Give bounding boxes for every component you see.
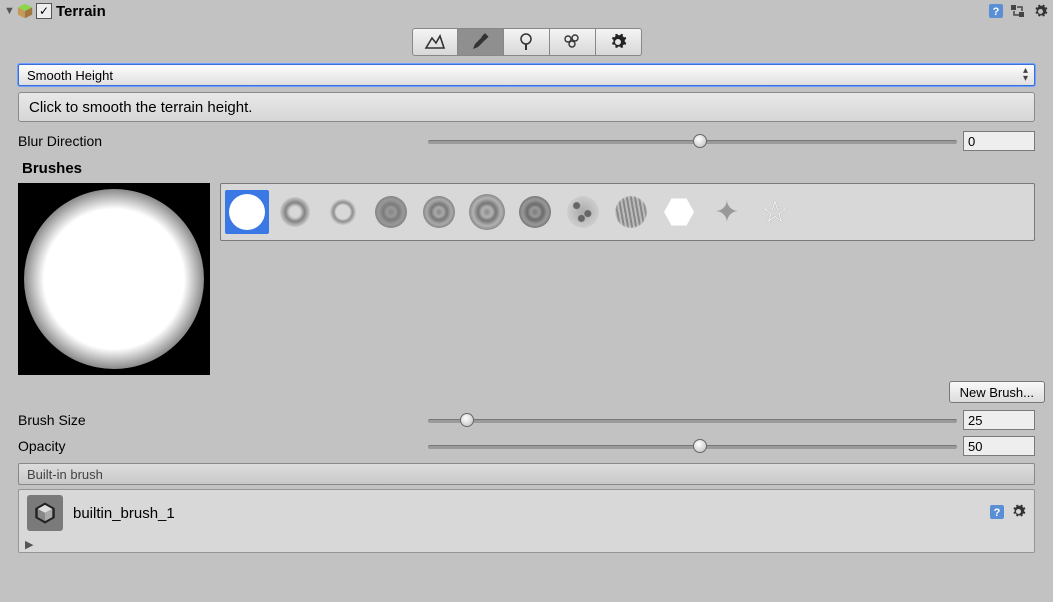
brush-swatch-noise-4[interactable] xyxy=(513,190,557,234)
brush-preview xyxy=(18,183,210,375)
brush-swatch-star-fill[interactable]: ✦ xyxy=(705,190,749,234)
asset-name: builtin_brush_1 xyxy=(73,505,989,522)
svg-text:?: ? xyxy=(994,507,1001,519)
terrain-tool-tabs xyxy=(0,22,1053,64)
brush-swatch-ring-1[interactable] xyxy=(273,190,317,234)
tab-trees[interactable] xyxy=(504,28,550,56)
brush-size-field[interactable]: 25 xyxy=(963,410,1035,430)
slider-handle[interactable] xyxy=(693,439,707,453)
terrain-cube-icon xyxy=(16,2,34,20)
tab-settings[interactable] xyxy=(596,28,642,56)
unity-logo-icon xyxy=(27,495,63,531)
tab-raise-lower[interactable] xyxy=(412,28,458,56)
gear-icon[interactable] xyxy=(1031,2,1049,20)
asset-foldout-icon[interactable]: ▶ xyxy=(19,536,1034,552)
preset-icon[interactable] xyxy=(1009,2,1027,20)
brush-status-label: Built-in brush xyxy=(18,463,1035,485)
dropdown-arrows-icon: ▴▾ xyxy=(1023,67,1028,83)
brush-swatch-star-outline[interactable]: ☆ xyxy=(753,190,797,234)
brush-size-row: Brush Size 25 xyxy=(0,407,1053,433)
tab-details[interactable] xyxy=(550,28,596,56)
enable-checkbox[interactable]: ✓ xyxy=(36,3,52,19)
opacity-row: Opacity 50 xyxy=(0,433,1053,459)
asset-footer: builtin_brush_1 ? ▶ xyxy=(18,489,1035,553)
brush-swatch-soft-circle[interactable] xyxy=(225,190,269,234)
tool-mode-value: Smooth Height xyxy=(27,68,113,83)
tab-paint-brush[interactable] xyxy=(458,28,504,56)
blur-direction-field[interactable]: 0 xyxy=(963,131,1035,151)
brush-swatch-stripes[interactable] xyxy=(609,190,653,234)
brush-size-label: Brush Size xyxy=(18,412,428,428)
blur-direction-slider[interactable] xyxy=(428,134,957,148)
brush-swatch-noise-1[interactable] xyxy=(369,190,413,234)
help-icon[interactable]: ? xyxy=(989,504,1005,523)
component-header: ▼ ✓ Terrain ? xyxy=(0,0,1053,22)
blur-direction-label: Blur Direction xyxy=(18,133,428,149)
opacity-slider[interactable] xyxy=(428,439,957,453)
new-brush-button[interactable]: New Brush... xyxy=(949,381,1045,403)
help-icon[interactable]: ? xyxy=(987,2,1005,20)
component-title: Terrain xyxy=(56,3,987,20)
brush-swatch-noise-2[interactable] xyxy=(417,190,461,234)
gear-icon[interactable] xyxy=(1011,504,1026,523)
brush-size-slider[interactable] xyxy=(428,413,957,427)
slider-handle[interactable] xyxy=(460,413,474,427)
blur-direction-row: Blur Direction 0 xyxy=(0,128,1053,154)
brushes-section-title: Brushes xyxy=(0,154,1053,183)
brush-gallery: ✦ ☆ xyxy=(220,183,1035,241)
opacity-label: Opacity xyxy=(18,438,428,454)
tool-mode-dropdown[interactable]: Smooth Height ▴▾ xyxy=(18,64,1035,86)
brush-swatch-spots[interactable] xyxy=(561,190,605,234)
brush-swatch-noise-3[interactable] xyxy=(465,190,509,234)
brush-swatch-ring-2[interactable] xyxy=(321,190,365,234)
opacity-field[interactable]: 50 xyxy=(963,436,1035,456)
brush-swatch-hexagon[interactable] xyxy=(657,190,701,234)
svg-text:?: ? xyxy=(993,6,1000,18)
tool-help-text: Click to smooth the terrain height. xyxy=(18,92,1035,122)
slider-handle[interactable] xyxy=(693,134,707,148)
foldout-arrow-icon[interactable]: ▼ xyxy=(4,5,16,17)
